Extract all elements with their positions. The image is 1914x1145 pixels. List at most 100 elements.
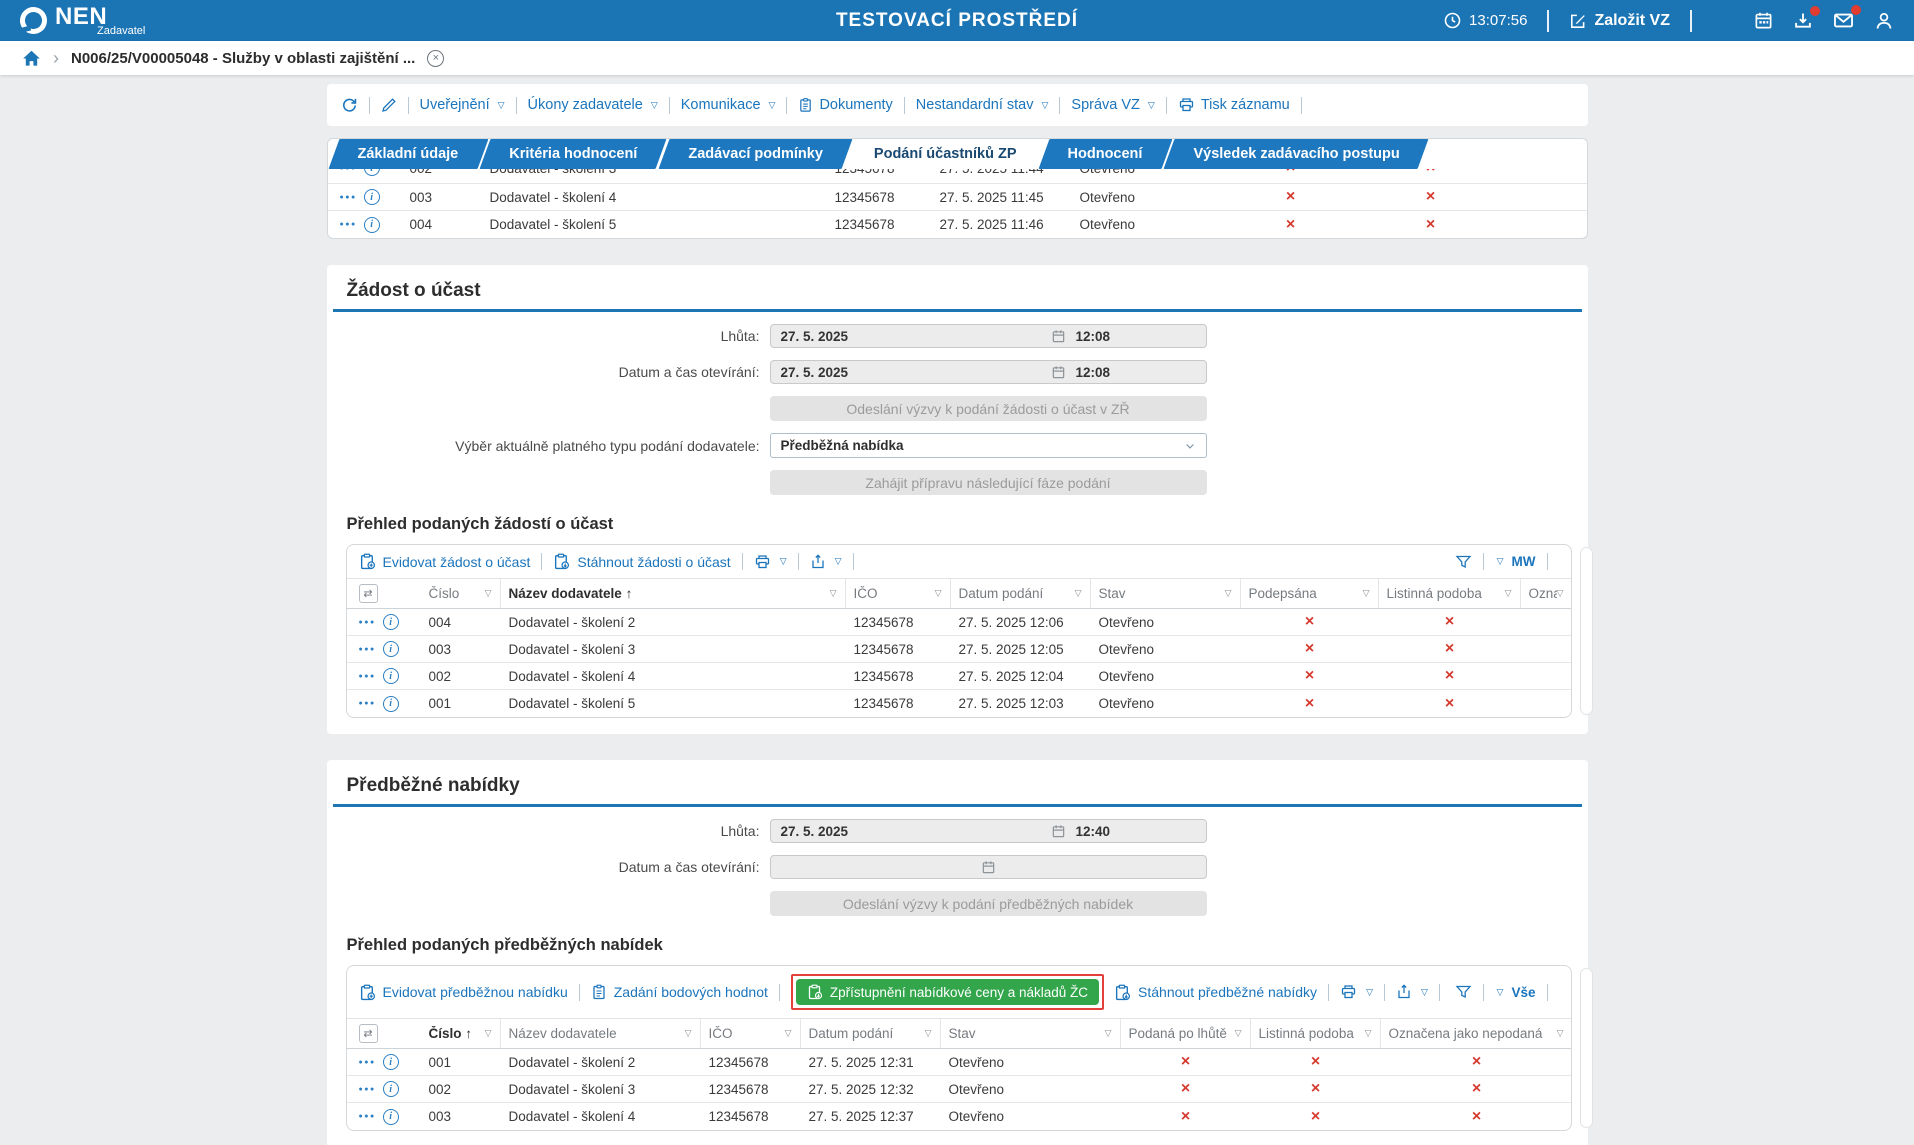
column-filter-icon[interactable]: ▽ xyxy=(830,588,837,599)
tab-kriteria-hodnoceni[interactable]: Kritéria hodnocení xyxy=(485,139,661,169)
zahajit-pripravu-button[interactable]: Zahájit přípravu následující fáze podání xyxy=(770,470,1207,495)
calendar-button[interactable] xyxy=(1754,11,1773,30)
row-menu-button[interactable]: ●●● xyxy=(359,1059,376,1066)
column-header[interactable]: Název dodavatele▽ xyxy=(501,1019,701,1048)
menu-dokumenty[interactable]: Dokumenty xyxy=(798,97,892,113)
stahnout-zadosti-button[interactable]: Stáhnout žádosti o účast xyxy=(553,553,730,570)
row-info-button[interactable]: i xyxy=(364,217,380,233)
table-row[interactable]: ●●●i004Dodavatel - školení 51234567827. … xyxy=(328,211,1587,238)
table-row[interactable]: ●●●i002Dodavatel - školení 41234567827. … xyxy=(347,663,1571,690)
tab-podani-ucastniku-zp[interactable]: Podání účastníků ZP xyxy=(850,139,1041,169)
lhuta-date-field[interactable]: 27. 5. 2025 12:40 xyxy=(770,819,1207,843)
column-header[interactable]: Listinná podoba▽ xyxy=(1251,1019,1381,1048)
row-menu-button[interactable]: ●●● xyxy=(359,619,376,626)
table-row[interactable]: ●●●i001Dodavatel - školení 51234567827. … xyxy=(347,690,1571,717)
column-filter-icon[interactable]: ▽ xyxy=(1235,1028,1242,1039)
menu-ukony-zadavatele[interactable]: Úkony zadavatele▽ xyxy=(528,97,658,113)
menu-uverejneni[interactable]: Uveřejnění▽ xyxy=(420,97,505,113)
column-filter-icon[interactable]: ▽ xyxy=(685,1028,692,1039)
column-filter-icon[interactable]: ▽ xyxy=(785,1028,792,1039)
menu-button[interactable] xyxy=(1712,12,1734,29)
row-menu-button[interactable]: ●●● xyxy=(359,673,376,680)
table-row[interactable]: ●●●i004Dodavatel - školení 21234567827. … xyxy=(347,609,1571,636)
column-header[interactable]: Stav▽ xyxy=(1091,579,1241,608)
evidovat-nabidku-button[interactable]: Evidovat předběžnou nabídku xyxy=(359,984,568,1001)
column-filter-icon[interactable]: ▽ xyxy=(1225,588,1232,599)
evidovat-zadost-button[interactable]: Evidovat žádost o účast xyxy=(359,553,531,570)
table-scrollbar[interactable] xyxy=(1580,547,1593,715)
column-header[interactable]: Podaná po lhůtě▽ xyxy=(1121,1019,1251,1048)
row-menu-button[interactable]: ●●● xyxy=(359,700,376,707)
column-settings-icon[interactable]: ⇄ xyxy=(359,1024,378,1043)
print-record-button[interactable]: Tisk záznamu xyxy=(1178,97,1290,113)
column-filter-icon[interactable]: ▽ xyxy=(1105,1028,1112,1039)
column-filter-icon[interactable]: ▽ xyxy=(485,1028,492,1039)
table-row[interactable]: ●●●i002Dodavatel - školení 31234567827. … xyxy=(328,169,1587,184)
row-info-button[interactable]: i xyxy=(383,1054,399,1070)
otevirani-date-field[interactable] xyxy=(770,855,1207,879)
column-header[interactable]: Číslo▽ xyxy=(421,579,501,608)
column-header[interactable]: Označena jako nepodaná▽ xyxy=(1381,1019,1572,1048)
menu-sprava-vz[interactable]: Správa VZ▽ xyxy=(1071,97,1154,113)
row-menu-button[interactable]: ●●● xyxy=(359,1113,376,1120)
chevron-down-icon[interactable]: ▽ xyxy=(1497,987,1504,998)
column-header[interactable]: Název dodavatele ↑▽ xyxy=(501,579,846,608)
zadani-bodovych-hodnot-button[interactable]: Zadání bodových hodnot xyxy=(591,984,768,1000)
zpristupneni-ceny-button[interactable]: Zpřístupnění nabídkové ceny a nákladů ŽC xyxy=(796,979,1099,1005)
table-row[interactable]: ●●●i003Dodavatel - školení 31234567827. … xyxy=(347,636,1571,663)
row-menu-button[interactable]: ●●● xyxy=(359,1086,376,1093)
lhuta-date-field[interactable]: 27. 5. 2025 12:08 xyxy=(770,324,1207,348)
row-info-button[interactable]: i xyxy=(383,1081,399,1097)
export-table-button[interactable]: ▽ xyxy=(1396,984,1428,1000)
view-scope-label[interactable]: MW xyxy=(1512,554,1536,569)
column-header[interactable]: Listinná podoba▽ xyxy=(1379,579,1521,608)
zalozit-vz-button[interactable]: Založit VZ xyxy=(1569,12,1670,30)
odeslani-vyzvy-zadost-button[interactable]: Odeslání výzvy k podání žádosti o účast … xyxy=(770,396,1207,421)
stahnout-nabidky-button[interactable]: Stáhnout předběžné nabídky xyxy=(1114,984,1317,1001)
column-settings-icon[interactable]: ⇄ xyxy=(359,584,378,603)
column-header[interactable]: IČO▽ xyxy=(846,579,951,608)
column-header[interactable]: Stav▽ xyxy=(941,1019,1121,1048)
home-icon[interactable] xyxy=(22,49,41,68)
column-filter-icon[interactable]: ▽ xyxy=(1505,588,1512,599)
column-filter-icon[interactable]: ▽ xyxy=(485,588,492,599)
row-menu-button[interactable]: ●●● xyxy=(359,646,376,653)
filter-button[interactable] xyxy=(1455,554,1472,570)
column-header[interactable]: Datum podání▽ xyxy=(951,579,1091,608)
profile-button[interactable] xyxy=(1874,11,1894,31)
column-filter-icon[interactable]: ▽ xyxy=(1363,588,1370,599)
column-filter-icon[interactable]: ▽ xyxy=(925,1028,932,1039)
table-row[interactable]: ●●●i003Dodavatel - školení 41234567827. … xyxy=(328,184,1587,211)
table-scrollbar[interactable] xyxy=(1580,968,1593,1128)
messages-button[interactable] xyxy=(1833,10,1854,31)
typ-podani-select[interactable]: Předběžná nabídka xyxy=(770,433,1207,458)
tab-vysledek-zadavaciho-postupu[interactable]: Výsledek zadávacího postupu xyxy=(1169,139,1423,169)
column-filter-icon[interactable]: ▽ xyxy=(1557,588,1564,599)
print-table-button[interactable]: ▽ xyxy=(1340,984,1373,1000)
column-header[interactable]: IČO▽ xyxy=(701,1019,801,1048)
refresh-button[interactable] xyxy=(341,97,358,114)
column-header[interactable]: Číslo ↑▽ xyxy=(421,1019,501,1048)
table-row[interactable]: ●●●i002Dodavatel - školení 31234567827. … xyxy=(347,1076,1571,1103)
column-header[interactable]: Podepsána▽ xyxy=(1241,579,1379,608)
edit-button[interactable] xyxy=(381,97,397,113)
table-row[interactable]: ●●●i003Dodavatel - školení 41234567827. … xyxy=(347,1103,1571,1130)
breadcrumb-item[interactable]: N006/25/V00005048 - Služby v oblasti zaj… xyxy=(71,50,415,67)
tab-zadavaci-podminky[interactable]: Zadávací podmínky xyxy=(664,139,847,169)
row-info-button[interactable]: i xyxy=(383,614,399,630)
otevirani-date-field[interactable]: 27. 5. 2025 12:08 xyxy=(770,360,1207,384)
downloads-button[interactable] xyxy=(1793,11,1813,31)
menu-komunikace[interactable]: Komunikace▽ xyxy=(681,97,776,113)
row-info-button[interactable]: i xyxy=(383,696,399,712)
column-filter-icon[interactable]: ▽ xyxy=(1557,1028,1564,1039)
nen-logo[interactable]: NEN Zadavatel xyxy=(20,5,145,37)
menu-nestandardni-stav[interactable]: Nestandardní stav▽ xyxy=(916,97,1049,113)
tab-hodnoceni[interactable]: Hodnocení xyxy=(1044,139,1167,169)
column-filter-icon[interactable]: ▽ xyxy=(1365,1028,1372,1039)
row-info-button[interactable]: i xyxy=(364,189,380,205)
row-info-button[interactable]: i xyxy=(383,668,399,684)
view-scope-label[interactable]: Vše xyxy=(1511,985,1535,1000)
table-row[interactable]: ●●●i001Dodavatel - školení 21234567827. … xyxy=(347,1049,1571,1076)
row-menu-button[interactable]: ●●● xyxy=(340,194,357,201)
column-header[interactable]: Označena jako nepodaná▽ xyxy=(1521,579,1572,608)
